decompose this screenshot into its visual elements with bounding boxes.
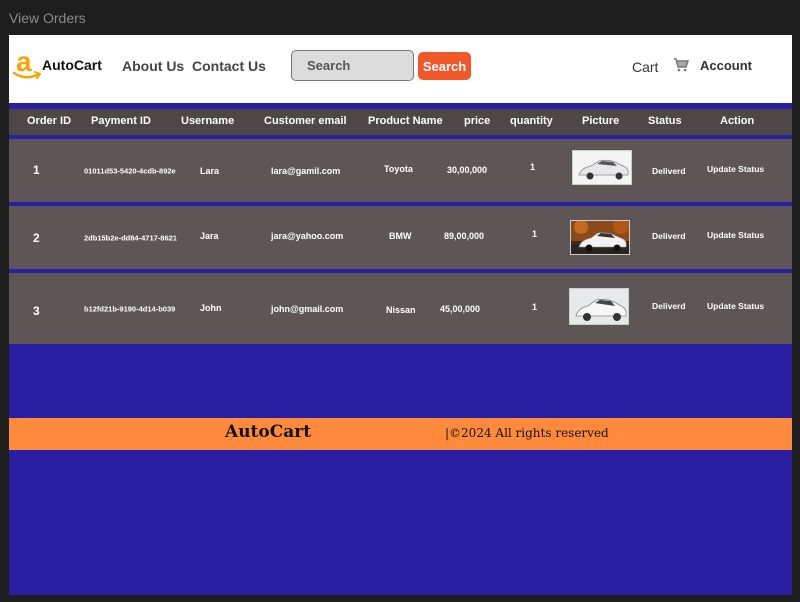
nav-contact-us[interactable]: Contact Us — [192, 58, 266, 74]
product-name: Toyota — [384, 164, 413, 174]
top-navbar: a AutoCart About Us Contact Us Search Ca… — [9, 35, 792, 106]
username: Jara — [200, 231, 219, 241]
search-input[interactable] — [291, 50, 414, 81]
footer: AutoCart |©2024 All rights reserved — [9, 418, 792, 450]
col-price: price — [464, 115, 491, 127]
footer-brand: AutoCart — [225, 422, 312, 442]
app-frame: a AutoCart About Us Contact Us Search Ca… — [9, 35, 792, 595]
col-product-name: Product Name — [368, 115, 443, 127]
quantity: 1 — [532, 302, 538, 312]
col-customer-email: Customer email — [264, 115, 347, 127]
col-quantity: quantity — [510, 115, 553, 127]
col-picture: Picture — [582, 115, 620, 127]
customer-email: john@gmail.com — [271, 304, 344, 314]
car-picture — [572, 150, 632, 185]
col-payment-id: Payment ID — [91, 115, 151, 127]
order-id: 3 — [33, 304, 40, 318]
update-status-button[interactable]: Update Status — [707, 230, 764, 240]
payment-id: b12fd21b-9190-4d14-b039 — [84, 304, 176, 314]
car-picture — [570, 220, 630, 255]
customer-email: jara@yahoo.com — [271, 231, 344, 241]
price: 30,00,000 — [447, 165, 488, 175]
price: 45,00,000 — [440, 304, 481, 314]
update-status-button[interactable]: Update Status — [707, 164, 764, 174]
window-title: View Orders — [9, 10, 86, 26]
product-name: BMW — [389, 231, 412, 241]
username: Lara — [200, 166, 220, 176]
brand-name[interactable]: AutoCart — [42, 57, 102, 73]
price: 89,00,000 — [444, 231, 485, 241]
quantity: 1 — [530, 162, 536, 172]
product-name: Nissan — [386, 305, 416, 315]
payment-id: 01011d53-5420-4cdb-892e — [84, 166, 176, 176]
search-button[interactable]: Search — [418, 52, 471, 80]
quantity: 1 — [532, 229, 538, 239]
amazon-a-smile-icon: a — [13, 46, 41, 83]
payment-id: 2db15b2e-dd84-4717-8621 — [84, 233, 177, 243]
status-badge: Deliverd — [652, 166, 686, 176]
status-badge: Deliverd — [652, 231, 686, 241]
customer-email: lara@gamil.com — [271, 166, 341, 176]
order-id: 2 — [33, 231, 40, 245]
status-badge: Deliverd — [652, 301, 686, 311]
orders-table-header: Order ID Payment ID Username Customer em… — [9, 109, 792, 135]
col-action: Action — [720, 115, 755, 127]
cart-link[interactable]: Cart — [632, 59, 658, 75]
order-id: 1 — [33, 163, 40, 177]
car-picture — [569, 288, 629, 325]
table-row: 1 01011d53-5420-4cdb-892e Lara lara@gami… — [9, 139, 792, 202]
footer-copyright: |©2024 All rights reserved — [445, 426, 609, 440]
col-order-id: Order ID — [27, 115, 72, 127]
table-row: 3 b12fd21b-9190-4d14-b039 John john@gmai… — [9, 273, 792, 344]
update-status-button[interactable]: Update Status — [707, 301, 764, 311]
shopping-cart-icon[interactable] — [673, 58, 689, 72]
nav-about-us[interactable]: About Us — [122, 58, 184, 74]
account-link[interactable]: Account — [700, 58, 752, 73]
username: John — [200, 303, 222, 313]
table-row: 2 2db15b2e-dd84-4717-8621 Jara jara@yaho… — [9, 206, 792, 269]
col-username: Username — [181, 115, 235, 127]
col-status: Status — [648, 115, 682, 127]
